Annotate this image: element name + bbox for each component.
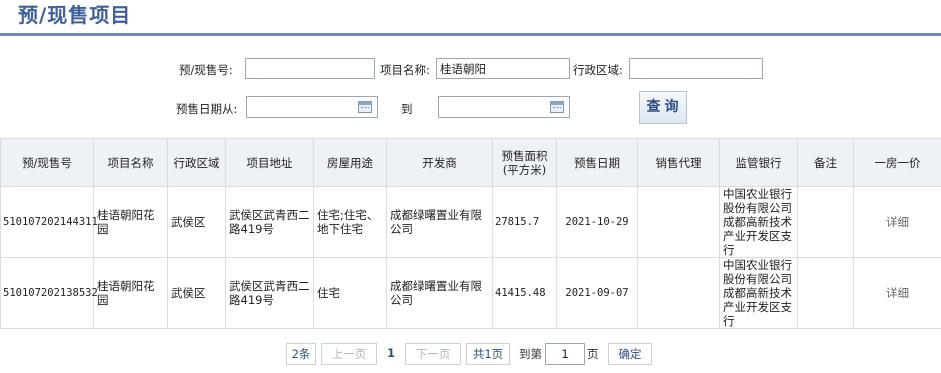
agent-cell bbox=[637, 186, 720, 258]
col-header: 行政区域 bbox=[167, 138, 226, 187]
col-header-line: 预售面积 bbox=[501, 148, 548, 163]
col-header-line: (平方米) bbox=[502, 162, 547, 177]
search-form: 预/现售号: 项目名称: 行政区域: 预售日期从: 到 查询 bbox=[0, 56, 941, 128]
calendar-icon[interactable] bbox=[358, 101, 372, 113]
district-label: 行政区域: bbox=[573, 63, 623, 77]
agent-cell bbox=[637, 257, 720, 329]
col-header: 预/现售号 bbox=[0, 138, 94, 187]
presale-no-input[interactable] bbox=[245, 58, 375, 79]
goto-page-input[interactable]: 1 bbox=[545, 343, 585, 365]
table-row: 510107202144311 桂语朝阳花园 武侯区 武侯区武青西二路419号 … bbox=[0, 186, 941, 258]
presale-no-cell: 510107202144311 bbox=[0, 186, 98, 258]
area-cell: 41415.48 bbox=[492, 257, 557, 329]
date-cell: 2021-09-07 bbox=[556, 257, 638, 329]
project-name-cell: 桂语朝阳花园 bbox=[93, 186, 168, 258]
page-title: 预/现售项目 bbox=[18, 3, 132, 27]
remark-cell bbox=[797, 186, 854, 258]
address-cell: 武侯区武青西二路419号 bbox=[225, 257, 314, 329]
date-from-input[interactable] bbox=[246, 96, 378, 118]
page-header: 预/现售项目 bbox=[0, 0, 941, 36]
area-cell: 27815.7 bbox=[492, 186, 557, 258]
next-page-button[interactable]: 下一页 bbox=[405, 343, 461, 365]
date-cell: 2021-10-29 bbox=[556, 186, 638, 258]
page-unit-label: 页 bbox=[587, 347, 599, 361]
confirm-button[interactable]: 确定 bbox=[608, 343, 652, 365]
project-name-label: 项目名称: bbox=[380, 63, 430, 77]
presale-no-cell: 510107202138532 bbox=[0, 257, 98, 329]
bank-cell: 中国农业银行股份有限公司成都高新技术产业开发区支行 bbox=[719, 186, 798, 258]
project-name-cell: 桂语朝阳花园 bbox=[93, 257, 168, 329]
goto-label: 到第 bbox=[519, 347, 542, 361]
col-header: 预售日期 bbox=[556, 138, 638, 187]
table-row: 510107202138532 桂语朝阳花园 武侯区 武侯区武青西二路419号 … bbox=[0, 257, 941, 329]
presale-no-label: 预/现售号: bbox=[179, 63, 233, 77]
developer-cell: 成都绿曙置业有限公司 bbox=[386, 186, 493, 258]
col-header: 一房一价 bbox=[853, 138, 941, 187]
col-header: 开发商 bbox=[386, 138, 493, 187]
district-cell: 武侯区 bbox=[167, 186, 226, 258]
col-header: 项目名称 bbox=[93, 138, 168, 187]
address-cell: 武侯区武青西二路419号 bbox=[225, 186, 314, 258]
query-button[interactable]: 查询 bbox=[639, 91, 687, 124]
current-page: 1 bbox=[387, 346, 396, 360]
col-header: 监管银行 bbox=[719, 138, 798, 187]
detail-link[interactable]: 详细 bbox=[853, 257, 941, 329]
prev-page-button[interactable]: 上一页 bbox=[321, 343, 377, 365]
total-count: 2条 bbox=[286, 343, 316, 365]
col-header: 销售代理 bbox=[637, 138, 720, 187]
usage-cell: 住宅 bbox=[313, 257, 387, 329]
date-to-label: 到 bbox=[401, 102, 413, 116]
date-from-label: 预售日期从: bbox=[176, 102, 238, 116]
results-table: 预/现售号 项目名称 行政区域 项目地址 房屋用途 开发商 预售面积 (平方米) … bbox=[0, 138, 941, 329]
table-header-row: 预/现售号 项目名称 行政区域 项目地址 房屋用途 开发商 预售面积 (平方米) … bbox=[0, 138, 941, 187]
col-header: 房屋用途 bbox=[313, 138, 387, 187]
district-cell: 武侯区 bbox=[167, 257, 226, 329]
col-header: 项目地址 bbox=[225, 138, 314, 187]
remark-cell bbox=[797, 257, 854, 329]
pagination: 2条 上一页 1 下一页 共1页 到第 1 页 确定 bbox=[0, 343, 941, 367]
col-header: 预售面积 (平方米) bbox=[492, 138, 557, 187]
district-input[interactable] bbox=[629, 58, 763, 79]
project-name-input[interactable] bbox=[436, 58, 570, 79]
bank-cell: 中国农业银行股份有限公司成都高新技术产业开发区支行 bbox=[719, 257, 798, 329]
total-pages: 共1页 bbox=[466, 343, 510, 365]
calendar-icon[interactable] bbox=[550, 101, 564, 113]
date-to-input[interactable] bbox=[438, 96, 570, 118]
detail-link[interactable]: 详细 bbox=[853, 186, 941, 258]
developer-cell: 成都绿曙置业有限公司 bbox=[386, 257, 493, 329]
usage-cell: 住宅;住宅、地下住宅 bbox=[313, 186, 387, 258]
col-header: 备注 bbox=[797, 138, 854, 187]
